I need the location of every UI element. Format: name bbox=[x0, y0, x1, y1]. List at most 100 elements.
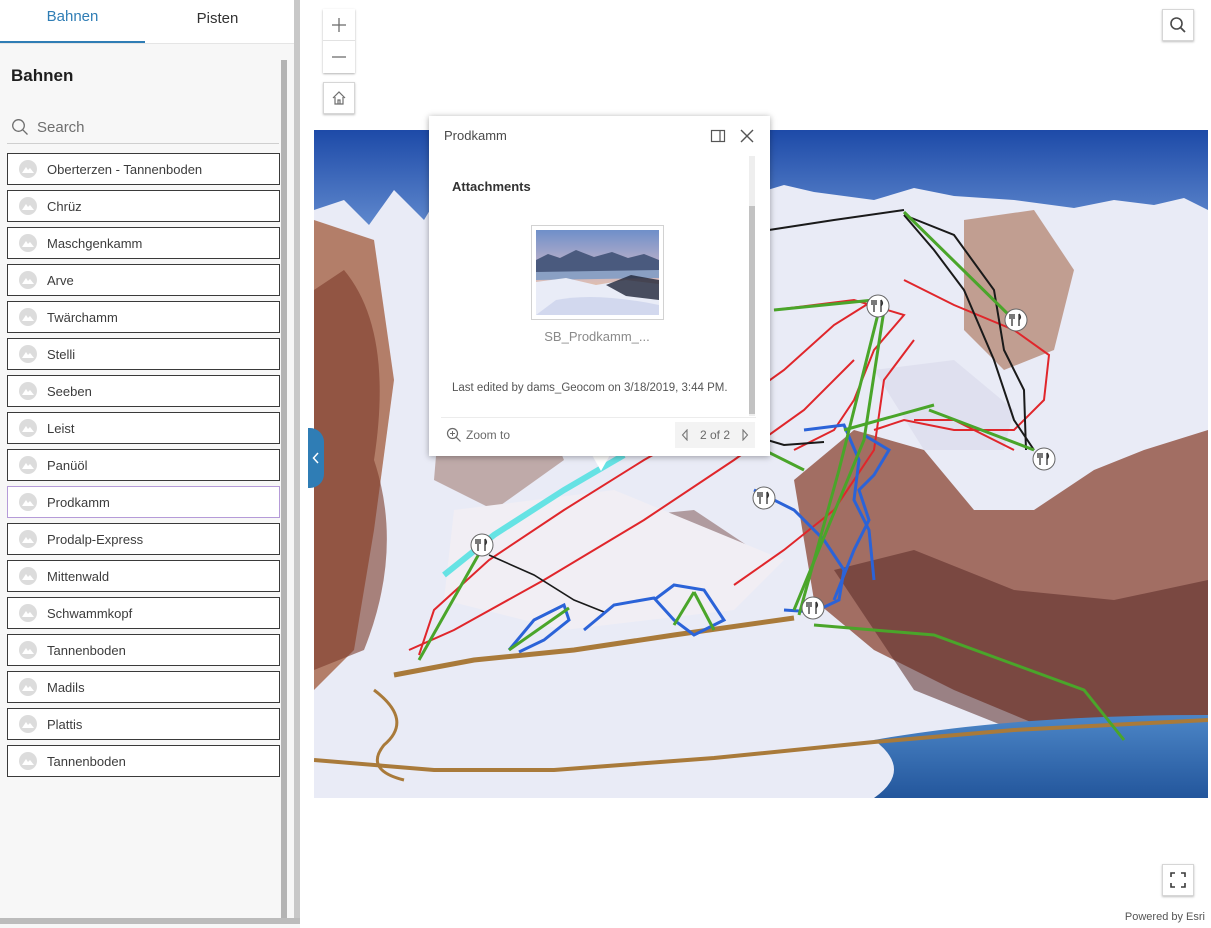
plus-icon bbox=[332, 17, 346, 32]
popup-footer-divider bbox=[441, 417, 756, 418]
list-scrollbar-thumb[interactable] bbox=[281, 60, 287, 918]
mountain-icon bbox=[19, 234, 37, 252]
tab-divider bbox=[0, 43, 300, 44]
list-item-label: Plattis bbox=[47, 716, 83, 732]
restaurant-marker[interactable] bbox=[1004, 308, 1028, 332]
mountain-icon bbox=[19, 493, 37, 511]
previous-feature-button[interactable] bbox=[681, 429, 689, 441]
list-item-label: Prodkamm bbox=[47, 494, 110, 510]
restaurant-marker[interactable] bbox=[752, 486, 776, 510]
zoom-in-button[interactable] bbox=[323, 9, 355, 41]
popup-title: Prodkamm bbox=[444, 128, 507, 143]
search-icon bbox=[1170, 17, 1186, 33]
tab-bar: Bahnen Pisten bbox=[0, 0, 300, 44]
zoom-magnifier-icon bbox=[446, 427, 461, 442]
popup-pointer bbox=[592, 455, 610, 471]
mountain-icon bbox=[19, 752, 37, 770]
mountain-icon bbox=[19, 197, 37, 215]
list-item-label: Twärchamm bbox=[47, 309, 118, 325]
mountain-icon bbox=[19, 567, 37, 585]
list-item-label: Chrüz bbox=[47, 198, 82, 214]
mountain-icon bbox=[19, 271, 37, 289]
popup-pager: 2 of 2 bbox=[675, 422, 755, 448]
attribution-bar bbox=[308, 908, 1211, 928]
list-item[interactable]: Madils bbox=[7, 671, 280, 703]
collapse-panel-button[interactable] bbox=[308, 428, 324, 488]
search-input[interactable] bbox=[37, 118, 267, 136]
map-search-button[interactable] bbox=[1162, 9, 1194, 41]
attachment-thumbnail[interactable] bbox=[531, 225, 664, 320]
home-button[interactable] bbox=[323, 82, 355, 114]
list-item[interactable]: Prodkamm bbox=[7, 486, 280, 518]
list-item[interactable]: Chrüz bbox=[7, 190, 280, 222]
list-item[interactable]: Schwammkopf bbox=[7, 597, 280, 629]
mountain-icon bbox=[19, 419, 37, 437]
fullscreen-icon bbox=[1170, 872, 1186, 888]
list-item[interactable]: Maschgenkamm bbox=[7, 227, 280, 259]
list-item[interactable]: Mittenwald bbox=[7, 560, 280, 592]
list-item-label: Tannenboden bbox=[47, 753, 126, 769]
popup-scrollbar-thumb[interactable] bbox=[749, 206, 755, 414]
list-item[interactable]: Prodalp-Express bbox=[7, 523, 280, 555]
search-icon bbox=[12, 119, 28, 135]
list-item-label: Madils bbox=[47, 679, 85, 695]
fullscreen-button[interactable] bbox=[1162, 864, 1194, 896]
restaurant-marker[interactable] bbox=[866, 294, 890, 318]
list-item-label: Seeben bbox=[47, 383, 92, 399]
panel-scrollbar[interactable] bbox=[294, 0, 300, 918]
restaurant-marker[interactable] bbox=[801, 596, 825, 620]
mountain-icon bbox=[19, 160, 37, 178]
panel-bottom-border bbox=[0, 918, 300, 924]
list-item[interactable]: Seeben bbox=[7, 375, 280, 407]
attribution-text[interactable]: Powered by Esri bbox=[1125, 911, 1205, 923]
mountain-icon bbox=[19, 530, 37, 548]
attachment-image bbox=[536, 230, 659, 315]
list-item-label: Stelli bbox=[47, 346, 76, 362]
tab-pisten[interactable]: Pisten bbox=[145, 0, 290, 44]
list-item-label: Prodalp-Express bbox=[47, 531, 144, 547]
mountain-icon bbox=[19, 641, 37, 659]
last-edited-info: Last edited by dams_Geocom on 3/18/2019,… bbox=[452, 382, 728, 394]
dock-icon[interactable] bbox=[709, 127, 727, 145]
attachments-heading: Attachments bbox=[452, 179, 531, 194]
list-item[interactable]: Oberterzen - Tannenboden bbox=[7, 153, 280, 185]
list-item-label: Panüöl bbox=[47, 457, 88, 473]
list-item[interactable]: Plattis bbox=[7, 708, 280, 740]
tab-bahnen[interactable]: Bahnen bbox=[0, 0, 145, 44]
pager-count: 2 of 2 bbox=[699, 428, 731, 442]
list-item[interactable]: Panüöl bbox=[7, 449, 280, 481]
list-item-label: Schwammkopf bbox=[47, 605, 133, 621]
panel-title: Bahnen bbox=[11, 66, 74, 85]
list-item-label: Tannenboden bbox=[47, 642, 126, 658]
mountain-icon bbox=[19, 678, 37, 696]
mountain-icon bbox=[19, 345, 37, 363]
home-icon bbox=[332, 91, 346, 105]
zoom-to-button[interactable]: Zoom to bbox=[446, 427, 510, 443]
list-item[interactable]: Leist bbox=[7, 412, 280, 444]
zoom-controls bbox=[323, 9, 355, 73]
list-item[interactable]: Tannenboden bbox=[7, 745, 280, 777]
sidebar: Bahnen Pisten Bahnen Oberterzen - Tannen… bbox=[0, 0, 300, 928]
list-item-label: Maschgenkamm bbox=[47, 235, 143, 251]
mountain-icon bbox=[19, 308, 37, 326]
list-item[interactable]: Twärchamm bbox=[7, 301, 280, 333]
mountain-icon bbox=[19, 456, 37, 474]
restaurant-marker[interactable] bbox=[1032, 447, 1056, 471]
minus-icon bbox=[332, 56, 346, 58]
list-item-label: Arve bbox=[47, 272, 74, 288]
bahnen-list: Oberterzen - Tannenboden Chrüz Maschgenkam… bbox=[7, 153, 280, 782]
zoom-out-button[interactable] bbox=[323, 41, 355, 73]
list-item[interactable]: Stelli bbox=[7, 338, 280, 370]
restaurant-marker[interactable] bbox=[470, 533, 494, 557]
list-item-label: Oberterzen - Tannenboden bbox=[47, 161, 203, 177]
next-feature-button[interactable] bbox=[741, 429, 749, 441]
attachment-name[interactable]: SB_Prodkamm_... bbox=[509, 329, 685, 344]
list-item-label: Leist bbox=[47, 420, 75, 436]
list-item[interactable]: Arve bbox=[7, 264, 280, 296]
close-icon[interactable] bbox=[738, 127, 756, 145]
mountain-icon bbox=[19, 604, 37, 622]
chevron-left-icon bbox=[681, 429, 688, 441]
list-item-label: Mittenwald bbox=[47, 568, 110, 584]
chevron-right-icon bbox=[742, 429, 749, 441]
list-item[interactable]: Tannenboden bbox=[7, 634, 280, 666]
